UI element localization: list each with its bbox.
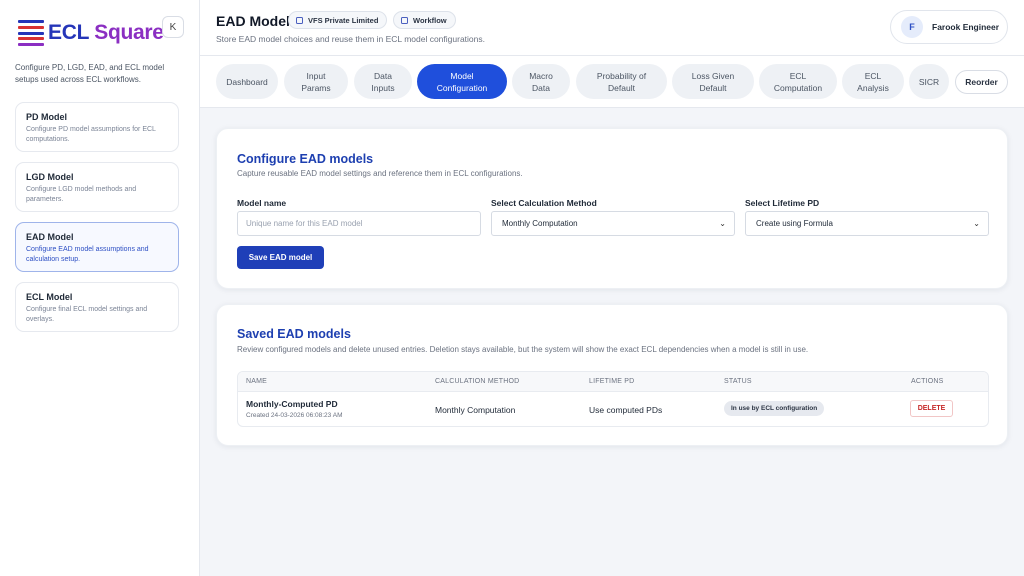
saved-title: Saved EAD models: [237, 327, 351, 341]
configure-title: Configure EAD models: [237, 152, 374, 166]
saved-models-table: NAME CALCULATION METHOD LIFETIME PD STAT…: [237, 371, 989, 427]
sidebar-item-title: LGD Model: [26, 172, 74, 182]
sidebar-item-ecl-model[interactable]: ECL Model Configure final ECL model sett…: [15, 282, 179, 332]
col-lifetime-pd: LIFETIME PD: [589, 378, 635, 385]
sidebar-item-desc: Configure EAD model assumptions and calc…: [26, 246, 149, 263]
row-created: Created 24-03-2026 06:08:23 AM: [246, 412, 343, 419]
row-lifetime-pd: Use computed PDs: [589, 405, 663, 415]
org-chip-label: VFS Private Limited: [308, 15, 379, 25]
model-name-input[interactable]: [237, 211, 481, 236]
col-calc-method: CALCULATION METHOD: [435, 378, 520, 385]
model-name-label: Model name: [237, 198, 287, 208]
lifetime-pd-label: Select Lifetime PD: [745, 198, 820, 208]
sidebar-item-desc: Configure final ECL model settings and o…: [26, 306, 148, 323]
tab-input-params[interactable]: Input Params: [284, 64, 348, 99]
saved-subtitle: Review configured models and delete unus…: [237, 345, 809, 354]
page-subtitle: Store EAD model choices and reuse them i…: [216, 34, 485, 44]
collapse-sidebar-button[interactable]: K: [162, 16, 184, 38]
org-chip[interactable]: VFS Private Limited: [288, 11, 388, 29]
saved-ead-panel: Saved EAD models Review configured model…: [216, 304, 1008, 446]
workflow-chip[interactable]: Workflow: [393, 11, 456, 29]
tab-data-inputs[interactable]: Data Inputs: [354, 64, 412, 99]
table-header: NAME CALCULATION METHOD LIFETIME PD STAT…: [238, 372, 988, 392]
sidebar-item-title: ECL Model: [26, 292, 73, 302]
calc-method-label: Select Calculation Method: [491, 198, 597, 208]
calc-method-select[interactable]: Monthly Computation ⌄: [491, 211, 735, 236]
chevron-down-icon: ⌄: [719, 219, 726, 228]
tab-macro-data[interactable]: Macro Data: [512, 64, 570, 99]
document-icon: [401, 16, 408, 24]
tab-probability-of-default[interactable]: Probability of Default: [576, 64, 667, 99]
tab-loss-given-default[interactable]: Loss Given Default: [672, 64, 754, 99]
workflow-chip-label: Workflow: [413, 15, 447, 25]
row-calc-method: Monthly Computation: [435, 405, 516, 415]
logo-mark-icon: [18, 20, 44, 46]
sidebar-item-desc: Configure PD model assumptions for ECL c…: [26, 126, 156, 143]
avatar: F: [901, 16, 923, 38]
workflow-tabs: Dashboard Input Params Data Inputs Model Co…: [200, 56, 1024, 108]
chevron-down-icon: ⌄: [973, 219, 980, 228]
delete-model-button[interactable]: DELETE: [910, 400, 953, 417]
building-icon: [296, 16, 303, 24]
sidebar-item-ead-model[interactable]: EAD Model Configure EAD model assumption…: [15, 222, 179, 272]
configure-ead-panel: Configure EAD models Capture reusable EA…: [216, 128, 1008, 289]
lifetime-pd-select[interactable]: Create using Formula ⌄: [745, 211, 989, 236]
sidebar-item-lgd-model[interactable]: LGD Model Configure LGD model methods an…: [15, 162, 179, 212]
sidebar-item-title: PD Model: [26, 112, 68, 122]
sidebar-item-desc: Configure LGD model methods and paramete…: [26, 186, 137, 203]
logo-text: ECL Square: [48, 21, 164, 44]
lifetime-pd-value: Create using Formula: [756, 219, 833, 228]
save-ead-model-button[interactable]: Save EAD model: [237, 246, 324, 269]
reorder-tabs-button[interactable]: Reorder: [955, 70, 1008, 94]
tab-dashboard[interactable]: Dashboard: [216, 64, 278, 99]
sidebar-item-pd-model[interactable]: PD Model Configure PD model assumptions …: [15, 102, 179, 152]
status-badge: In use by ECL configuration: [724, 401, 825, 416]
tab-ecl-computation[interactable]: ECL Computation: [759, 64, 837, 99]
col-actions: ACTIONS: [911, 378, 944, 385]
row-model-name: Monthly-Computed PD: [246, 399, 338, 409]
tab-sicr[interactable]: SICR: [909, 64, 949, 99]
calc-method-value: Monthly Computation: [502, 219, 578, 228]
col-status: STATUS: [724, 378, 752, 385]
sidebar-item-title: EAD Model: [26, 232, 74, 242]
page-header: EAD Model VFS Private Limited Workflow S…: [200, 0, 1024, 56]
tab-model-configuration[interactable]: Model Configuration: [417, 64, 507, 99]
sidebar: ECL Square K Configure PD, LGD, EAD, and…: [0, 0, 200, 576]
logo[interactable]: ECL Square: [18, 19, 164, 47]
user-name: Farook Engineer: [932, 22, 1000, 32]
configure-subtitle: Capture reusable EAD model settings and …: [237, 169, 523, 178]
page-title: EAD Model: [216, 13, 290, 29]
tab-ecl-analysis[interactable]: ECL Analysis: [842, 64, 904, 99]
col-name: NAME: [246, 378, 268, 385]
sidebar-description: Configure PD, LGD, EAD, and ECL model se…: [15, 63, 165, 84]
user-menu[interactable]: F Farook Engineer: [890, 10, 1008, 44]
